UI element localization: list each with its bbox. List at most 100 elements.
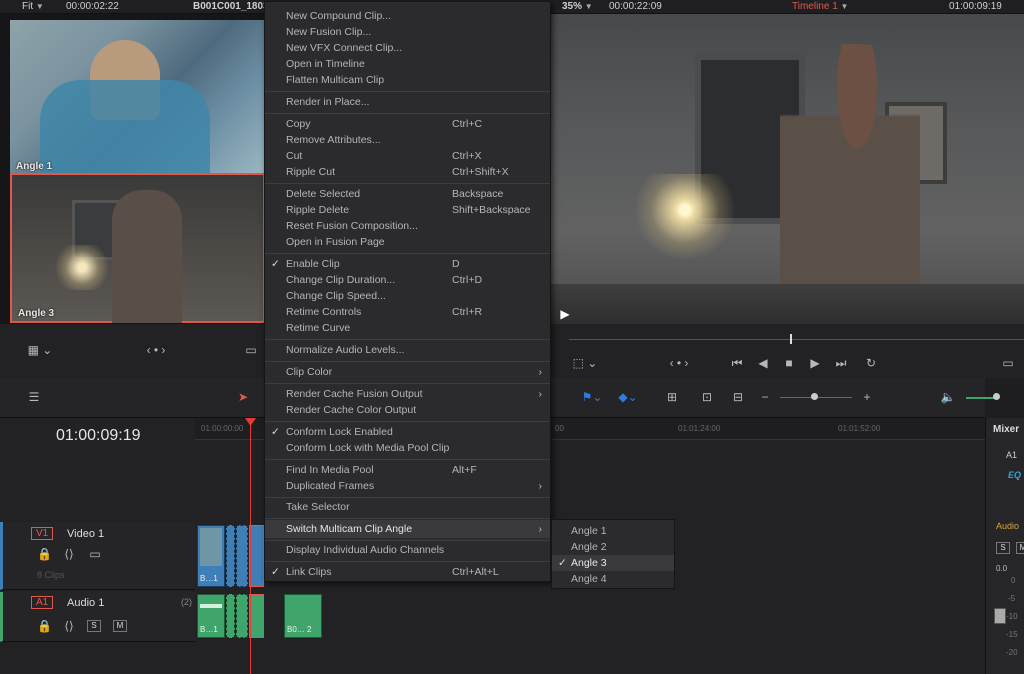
menu-item-remove-attributes[interactable]: Remove Attributes... xyxy=(265,132,550,148)
mixer-solo-button[interactable]: S xyxy=(996,542,1010,554)
menu-item-cut[interactable]: Cut Ctrl+X xyxy=(265,148,550,164)
menu-item-change-clip-duration[interactable]: Change Clip Duration... Ctrl+D xyxy=(265,272,550,288)
track-visibility-icon[interactable]: ▭ xyxy=(87,547,103,561)
solo-button[interactable]: S xyxy=(87,620,101,632)
selected-audio-clip[interactable] xyxy=(249,594,264,638)
multicam-layout-icon[interactable]: ▦ ⌄ xyxy=(26,343,54,357)
menu-item-label: Display Individual Audio Channels xyxy=(286,544,445,556)
zoom-custom-icon[interactable]: ⊟ xyxy=(726,390,750,404)
playhead[interactable] xyxy=(250,418,251,674)
mute-button[interactable]: M xyxy=(113,620,127,632)
audio-clip[interactable]: B0… 2 xyxy=(284,594,322,638)
menu-item-duplicated-frames[interactable]: Duplicated Frames › xyxy=(265,478,550,494)
menu-item-clip-color[interactable]: Clip Color › xyxy=(265,364,550,380)
eq-button[interactable]: EQ xyxy=(1008,470,1021,480)
audio-clip[interactable] xyxy=(226,594,235,638)
menu-item-shortcut: Ctrl+X xyxy=(452,150,482,162)
auto-select-icon[interactable]: ⟨⟩ xyxy=(61,547,77,561)
menu-item-link-clips[interactable]: ✓ Link Clips Ctrl+Alt+L xyxy=(265,564,550,580)
play-overlay-icon[interactable]: ▶ xyxy=(558,307,572,321)
menu-item-reset-fusion-composition[interactable]: Reset Fusion Composition... xyxy=(265,218,550,234)
video-track-name[interactable]: Video 1 xyxy=(67,528,104,540)
video-clip[interactable]: B…1 xyxy=(197,525,225,587)
menu-item-flatten-multicam-clip[interactable]: Flatten Multicam Clip xyxy=(265,72,550,88)
menu-item-conform-lock-enabled[interactable]: ✓ Conform Lock Enabled xyxy=(265,424,550,440)
audio-clip[interactable]: B…1 xyxy=(197,594,225,638)
submenu-item-angle-2[interactable]: Angle 2 xyxy=(552,539,674,555)
lock-icon[interactable]: 🔒 xyxy=(37,547,52,561)
volume-icon[interactable]: 🔈 xyxy=(940,390,956,404)
menu-item-render-in-place[interactable]: Render in Place... xyxy=(265,94,550,110)
menu-item-render-cache-fusion-output[interactable]: Render Cache Fusion Output › xyxy=(265,386,550,402)
zoom-full-icon[interactable]: ⊞ xyxy=(660,390,684,404)
menu-item-retime-controls[interactable]: Retime Controls Ctrl+R xyxy=(265,304,550,320)
stop-icon[interactable]: ■ xyxy=(781,356,797,370)
menu-item-switch-multicam-clip-angle[interactable]: Switch Multicam Clip Angle › xyxy=(265,520,550,538)
lock-icon[interactable]: 🔒 xyxy=(37,619,52,633)
video-clip[interactable] xyxy=(236,525,248,587)
submenu-item-label: Angle 4 xyxy=(571,573,607,585)
play-icon[interactable]: ▶ xyxy=(807,356,823,370)
zoom-dropdown[interactable]: 35% ▼ xyxy=(562,0,593,13)
audio-track-tag[interactable]: A1 xyxy=(31,596,54,609)
menu-item-take-selector[interactable]: Take Selector xyxy=(265,499,550,515)
reverse-icon[interactable]: ◀ xyxy=(755,356,771,370)
selection-tool-icon[interactable]: ➤ xyxy=(236,390,250,404)
source-nav[interactable]: ‹ • › xyxy=(135,343,177,357)
menu-item-delete-selected[interactable]: Delete Selected Backspace xyxy=(265,186,550,202)
volume-slider-handle[interactable] xyxy=(993,393,1000,400)
safe-area-icon[interactable]: ⬚ ⌄ xyxy=(569,356,601,370)
audio-clip[interactable] xyxy=(236,594,248,638)
loop-icon[interactable]: ↻ xyxy=(861,356,881,370)
audio-track-name[interactable]: Audio 1 xyxy=(67,597,104,609)
zoom-detail-icon[interactable]: ⊡ xyxy=(695,390,719,404)
menu-item-find-in-media-pool[interactable]: Find In Media Pool Alt+F xyxy=(265,462,550,478)
timeline-dropdown[interactable]: Timeline 1 ▼ xyxy=(792,0,848,13)
multicam-source-viewer: Angle 1 Angle 3 xyxy=(0,14,265,324)
menu-item-retime-curve[interactable]: Retime Curve xyxy=(265,320,550,336)
menu-item-change-clip-speed[interactable]: Change Clip Speed... xyxy=(265,288,550,304)
menu-item-open-in-fusion-page[interactable]: Open in Fusion Page xyxy=(265,234,550,250)
auto-select-icon[interactable]: ⟨⟩ xyxy=(61,619,77,633)
volume-slider[interactable] xyxy=(966,397,996,399)
submenu-item-angle-3[interactable]: ✓ Angle 3 xyxy=(552,555,674,571)
zoom-out-icon[interactable]: − xyxy=(758,390,772,404)
viewer-nav[interactable]: ‹ • › xyxy=(659,356,699,370)
jump-start-icon[interactable]: ⏮ xyxy=(727,356,747,370)
menu-item-label: Take Selector xyxy=(286,501,350,513)
marker-icon[interactable]: ◆⌄ xyxy=(616,390,640,404)
menu-item-ripple-cut[interactable]: Ripple Cut Ctrl+Shift+X xyxy=(265,164,550,180)
timeline-view-icon[interactable]: ☰ xyxy=(22,390,46,404)
fader-handle[interactable] xyxy=(994,608,1006,624)
fullscreen-icon[interactable]: ▭ xyxy=(999,356,1017,370)
scrubber-handle[interactable] xyxy=(790,334,792,344)
fit-dropdown[interactable]: Fit ▼ xyxy=(22,0,44,13)
menu-item-display-individual-audio-channels[interactable]: Display Individual Audio Channels xyxy=(265,542,550,558)
zoom-slider-handle[interactable] xyxy=(811,393,818,400)
flag-icon[interactable]: ⚑⌄ xyxy=(580,390,604,404)
video-clip[interactable] xyxy=(226,525,235,587)
submenu-item-label: Angle 3 xyxy=(571,557,607,569)
mixer-mute-button[interactable]: M xyxy=(1016,542,1024,554)
jump-end-icon[interactable]: ⏭ xyxy=(831,356,851,370)
menu-item-copy[interactable]: Copy Ctrl+C xyxy=(265,116,550,132)
submenu-item-angle-1[interactable]: Angle 1 xyxy=(552,523,674,539)
menu-item-render-cache-color-output[interactable]: Render Cache Color Output xyxy=(265,402,550,418)
menu-item-new-compound-clip[interactable]: New Compound Clip... xyxy=(265,8,550,24)
menu-item-normalize-audio-levels[interactable]: Normalize Audio Levels... xyxy=(265,342,550,358)
angle-1-thumbnail[interactable]: Angle 1 xyxy=(10,20,265,174)
menu-item-new-vfx-connect-clip[interactable]: New VFX Connect Clip... xyxy=(265,40,550,56)
menu-item-ripple-delete[interactable]: Ripple Delete Shift+Backspace xyxy=(265,202,550,218)
selected-video-clip[interactable] xyxy=(249,525,264,587)
menu-item-open-in-timeline[interactable]: Open in Timeline xyxy=(265,56,550,72)
video-track-tag[interactable]: V1 xyxy=(31,527,54,540)
zoom-in-icon[interactable]: + xyxy=(860,390,874,404)
submenu-item-angle-4[interactable]: Angle 4 xyxy=(552,571,674,587)
angle-3-thumbnail[interactable]: Angle 3 xyxy=(10,173,265,323)
menu-item-conform-lock-with-media-pool-clip[interactable]: Conform Lock with Media Pool Clip xyxy=(265,440,550,456)
menu-item-new-fusion-clip[interactable]: New Fusion Clip... xyxy=(265,24,550,40)
menu-item-enable-clip[interactable]: ✓ Enable Clip D xyxy=(265,256,550,272)
scrubber-track[interactable] xyxy=(569,339,1024,340)
viewer-mode-icon[interactable]: ▭ xyxy=(243,343,259,357)
menu-separator xyxy=(265,561,550,562)
